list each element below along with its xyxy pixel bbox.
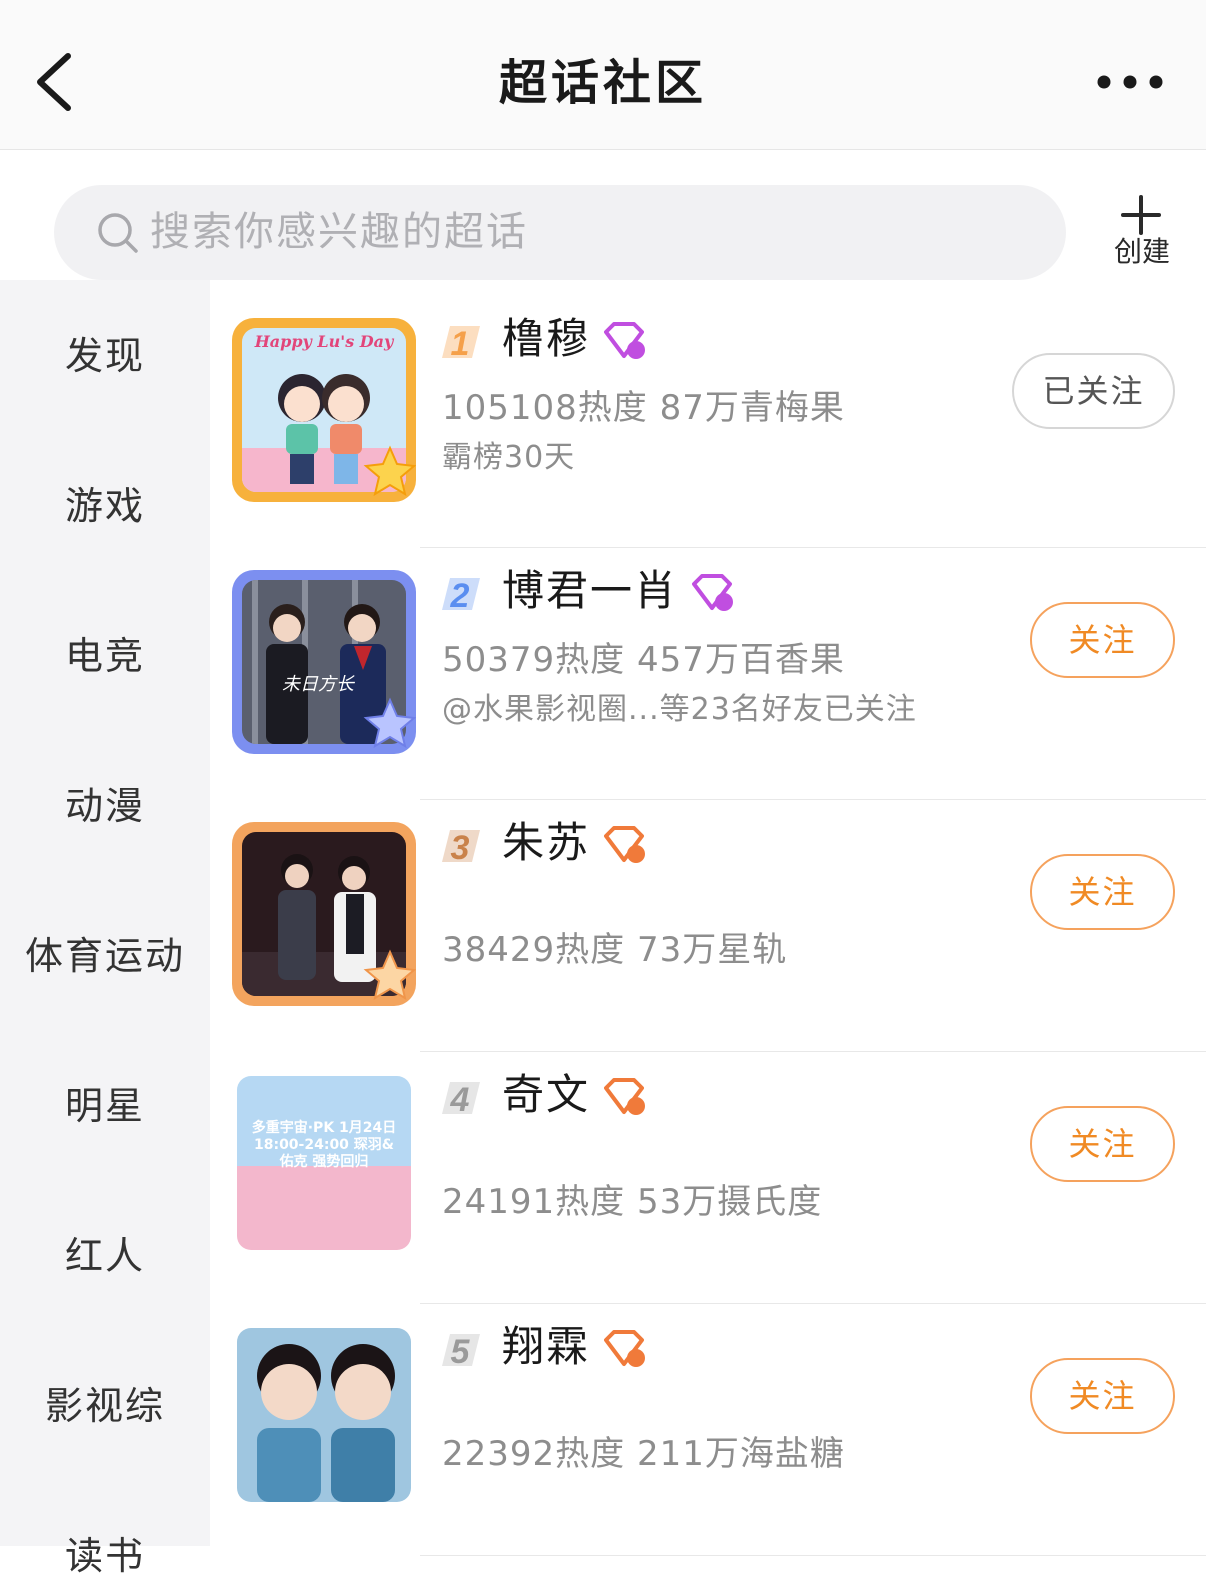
topic-cover-image[interactable] xyxy=(232,822,416,1006)
topic-name[interactable]: 奇文 xyxy=(502,1062,590,1128)
svg-text:2: 2 xyxy=(450,577,470,614)
page-title: 超话社区 xyxy=(498,55,707,111)
more-options-button[interactable] xyxy=(1092,70,1172,94)
svg-text:1: 1 xyxy=(451,325,470,362)
sidebar-item-games[interactable]: 游戏 xyxy=(0,466,210,546)
svg-text:5: 5 xyxy=(451,1333,471,1370)
follow-button[interactable]: 关注 xyxy=(1030,854,1175,930)
sidebar-item-film-tv[interactable]: 影视综 xyxy=(0,1366,210,1446)
follow-button[interactable]: 关注 xyxy=(1030,1358,1175,1434)
rank-badge-icon: 1 xyxy=(442,325,480,362)
search-icon xyxy=(98,213,138,253)
divider xyxy=(420,1555,1206,1556)
topic-subtext: 霸榜30天 xyxy=(442,440,576,475)
topic-name[interactable]: 博君一肖 xyxy=(502,558,678,624)
cover-caption: Happy Lu's Day xyxy=(254,332,394,351)
sidebar-item-anime[interactable]: 动漫 xyxy=(0,766,210,846)
list-item[interactable]: 多重宇宙·PK 1月24日 18:00-24:00 琛羽&佑克 强势回归 4 奇… xyxy=(210,1052,1206,1304)
sidebar-item-esports[interactable]: 电竞 xyxy=(0,616,210,696)
plus-icon xyxy=(1121,195,1161,235)
diamond-level-icon xyxy=(604,1330,645,1367)
list-item[interactable]: 未日方长 2 博君一肖 50379热度 457万百香果 @水果影视圈...等23… xyxy=(210,548,1206,800)
diamond-level-icon xyxy=(604,1078,645,1115)
topic-name[interactable]: 翔霖 xyxy=(502,1314,590,1380)
star-decoration-icon xyxy=(363,445,416,497)
cover-caption: 未日方长 xyxy=(282,674,354,695)
topic-cover-image[interactable] xyxy=(237,1328,411,1502)
follow-button[interactable]: 关注 xyxy=(1030,1106,1175,1182)
sidebar-item-sports[interactable]: 体育运动 xyxy=(0,916,210,996)
category-sidebar: 发现 游戏 电竞 动漫 体育运动 明星 红人 影视综 读书 xyxy=(0,280,210,1578)
list-item[interactable]: Happy Lu's Day 1 橹穆 105108热度 87万青梅果 霸榜30… xyxy=(210,296,1206,548)
topic-stats: 38429热度 73万星轨 xyxy=(442,930,788,970)
sidebar-item-books[interactable]: 读书 xyxy=(0,1516,210,1596)
search-input[interactable]: 搜索你感兴趣的超话 xyxy=(54,185,1066,280)
diamond-level-icon xyxy=(604,322,645,359)
star-decoration-icon xyxy=(363,949,416,1001)
list-item[interactable]: 5 翔霖 22392热度 211万海盐糖 关注 xyxy=(210,1304,1206,1556)
topic-cover-image[interactable]: 多重宇宙·PK 1月24日 18:00-24:00 琛羽&佑克 强势回归 xyxy=(237,1076,411,1250)
rank-badge-icon: 3 xyxy=(442,829,480,866)
search-placeholder: 搜索你感兴趣的超话 xyxy=(150,209,528,255)
topic-stats: 50379热度 457万百香果 xyxy=(442,640,845,680)
sidebar-item-influencers[interactable]: 红人 xyxy=(0,1216,210,1296)
svg-text:3: 3 xyxy=(451,829,470,866)
svg-text:4: 4 xyxy=(450,1081,470,1118)
topic-stats: 105108热度 87万青梅果 xyxy=(442,388,845,428)
more-dots-icon xyxy=(1097,75,1163,89)
topic-name[interactable]: 橹穆 xyxy=(502,306,590,372)
rank-badge-icon: 5 xyxy=(442,1333,480,1370)
topic-stats: 22392热度 211万海盐糖 xyxy=(442,1434,845,1474)
create-topic-button[interactable]: 创建 xyxy=(1100,190,1184,280)
friends-followed-text: @水果影视圈...等23名好友已关注 xyxy=(442,692,917,727)
sidebar-item-discover[interactable]: 发现 xyxy=(0,316,210,396)
sidebar-item-stars[interactable]: 明星 xyxy=(0,1066,210,1146)
rank-badge-icon: 2 xyxy=(442,577,480,614)
list-item[interactable]: 3 朱苏 38429热度 73万星轨 关注 xyxy=(210,800,1206,1052)
star-decoration-icon xyxy=(363,697,416,749)
topic-name[interactable]: 朱苏 xyxy=(502,810,590,876)
rank-badge-icon: 4 xyxy=(442,1081,480,1118)
cover-caption: 多重宇宙·PK 1月24日 18:00-24:00 琛羽&佑克 强势回归 xyxy=(251,1120,397,1170)
create-label: 创建 xyxy=(1113,235,1170,268)
topic-cover-image[interactable]: Happy Lu's Day xyxy=(232,318,416,502)
diamond-level-icon xyxy=(692,574,733,611)
topic-cover-image[interactable]: 未日方长 xyxy=(232,570,416,754)
topic-stats: 24191热度 53万摄氏度 xyxy=(442,1182,823,1222)
follow-button[interactable]: 关注 xyxy=(1030,602,1175,678)
following-button[interactable]: 已关注 xyxy=(1012,353,1175,429)
top-nav-bar: 超话社区 xyxy=(0,0,1206,150)
diamond-level-icon xyxy=(604,826,645,863)
